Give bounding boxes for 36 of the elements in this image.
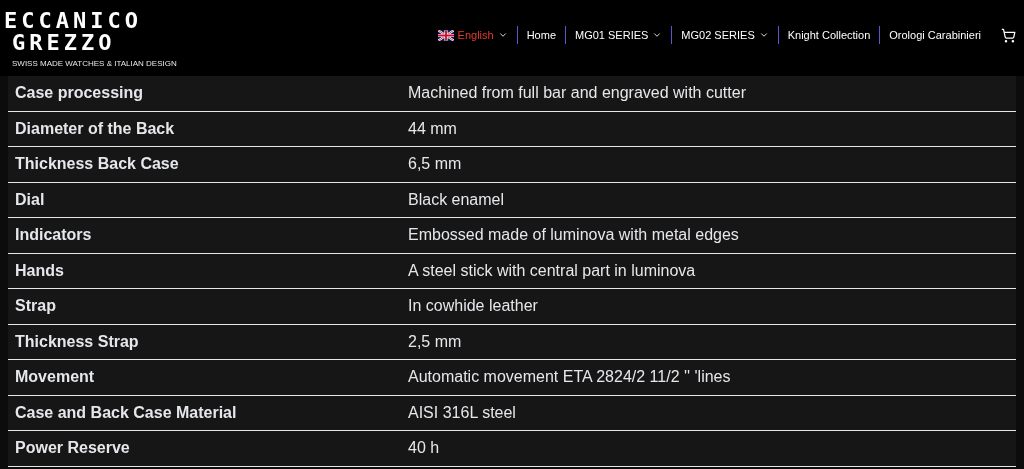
spec-label: Case and Back Case Material bbox=[14, 402, 238, 423]
logo-text[interactable]: GREZZO bbox=[12, 32, 116, 54]
nav-link[interactable]: Knight Collection bbox=[787, 26, 871, 44]
spec-value: A steel stick with central part in luminova bbox=[408, 260, 696, 281]
chevron-down-icon bbox=[497, 30, 508, 40]
spec-label: Dial bbox=[14, 189, 46, 210]
spec-value: Black enamel bbox=[408, 189, 505, 210]
chevron-down-icon bbox=[652, 30, 663, 40]
spec-value: Automatic movement ETA 2824/2 11/2 '' 'lines bbox=[408, 367, 731, 388]
spec-label: Diameter of the Back bbox=[14, 118, 176, 139]
logo-tagline: SWISS MADE WATCHES & ITALIAN DESIGN bbox=[12, 58, 177, 70]
spec-label: Strap bbox=[14, 296, 57, 317]
spec-label: Case processing bbox=[14, 83, 145, 104]
spec-label: Hands bbox=[14, 260, 65, 281]
spec-label: Thickness Strap bbox=[14, 331, 140, 352]
spec-value: 2,5 mm bbox=[408, 331, 462, 352]
spec-value: 40 h bbox=[408, 438, 440, 459]
language-selector[interactable]: English bbox=[437, 26, 508, 44]
logo-text[interactable]: ECCANICO bbox=[4, 10, 142, 32]
spec-label: Movement bbox=[14, 367, 96, 388]
flag-icon bbox=[437, 29, 454, 41]
spec-value: Embossed made of luminova with metal edges bbox=[408, 225, 739, 246]
spec-label: Power Reserve bbox=[14, 438, 131, 459]
nav-link[interactable]: Home bbox=[526, 26, 556, 44]
chevron-down-icon bbox=[758, 30, 769, 40]
spec-value: AISI 316L steel bbox=[408, 402, 516, 423]
spec-value: 44 mm bbox=[408, 118, 457, 139]
spec-value: In cowhide leather bbox=[408, 296, 538, 317]
spec-label: Thickness Back Case bbox=[14, 154, 180, 175]
nav-link[interactable]: Orologi Carabinieri bbox=[889, 26, 981, 44]
nav-link[interactable]: MG02 SERIES bbox=[681, 26, 769, 44]
spec-value: 6,5 mm bbox=[408, 154, 462, 175]
spec-value: Machined from full bar and engraved with cutter bbox=[408, 83, 746, 104]
spec-label: Indicators bbox=[14, 225, 93, 246]
nav-link[interactable]: MG01 SERIES bbox=[575, 26, 663, 44]
cart-icon[interactable] bbox=[1001, 27, 1016, 43]
